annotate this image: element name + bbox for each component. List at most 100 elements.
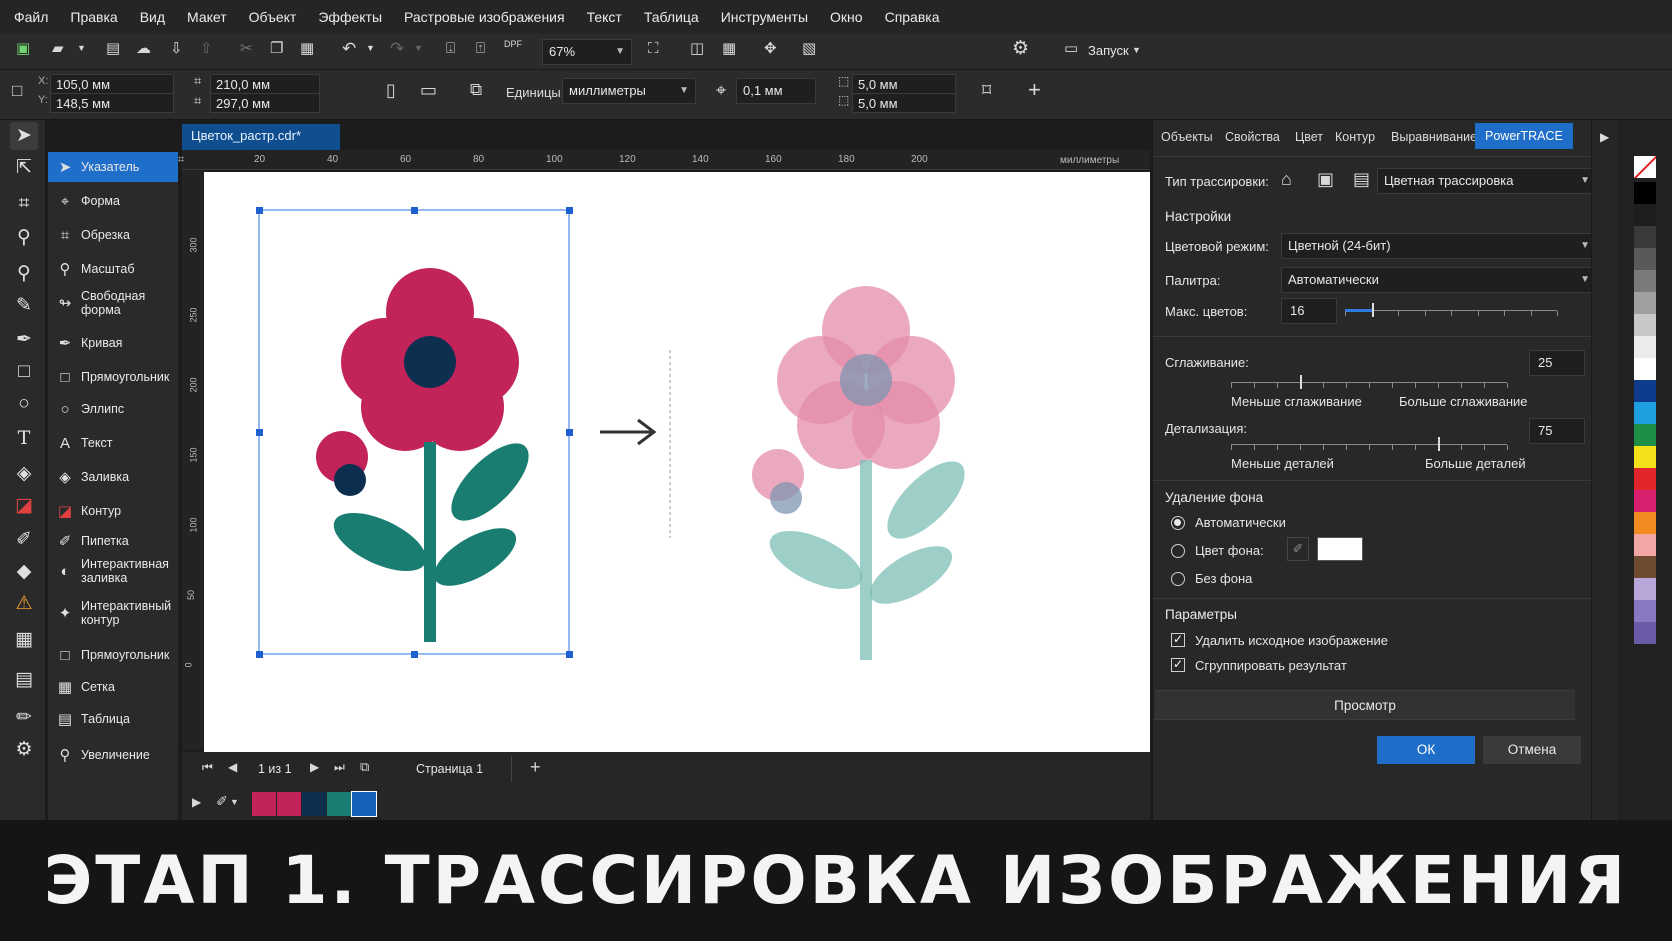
cancel-button[interactable]: Отмена [1483, 736, 1581, 764]
doc-palette-swatch[interactable] [351, 791, 377, 817]
slider-knob[interactable] [1438, 437, 1440, 451]
bg-color-swatch[interactable] [1317, 537, 1363, 561]
page-layout-icon[interactable]: ⧉ [470, 81, 482, 98]
palette-swatch[interactable] [1634, 336, 1656, 358]
panel-tab[interactable]: Свойства [1225, 130, 1280, 144]
menu-item[interactable]: Вид [140, 9, 165, 25]
flyout-item[interactable]: ➤ Указатель [48, 152, 178, 182]
palette-swatch[interactable] [1634, 182, 1656, 204]
pencil-tool-icon[interactable]: ✏ [10, 704, 38, 732]
horizontal-ruler[interactable]: ⌗ 20 40 60 80 100 120 140 160 180 200 миллиметры [178, 150, 1150, 170]
paste-icon[interactable]: ▦ [300, 41, 314, 56]
object-origin-icon[interactable]: □ [12, 82, 22, 99]
show-rulers-icon[interactable]: ◫ [690, 41, 704, 56]
palette-swatch[interactable] [1634, 446, 1656, 468]
chevron-down-icon[interactable]: ▼ [366, 44, 375, 53]
warning-tool-icon[interactable]: ⚠ [10, 590, 38, 618]
outline-trace-icon[interactable]: ▣ [1317, 170, 1334, 188]
full-screen-icon[interactable]: ⛶ [648, 41, 659, 56]
duplicate-x-field[interactable]: 5,0 мм [852, 74, 956, 94]
flyout-item[interactable]: ◪ Контур [48, 496, 178, 526]
palette-swatch[interactable] [1634, 534, 1656, 556]
palette-swatch[interactable] [1634, 490, 1656, 512]
add-preset-icon[interactable]: + [1028, 79, 1041, 101]
bg-none-radio[interactable] [1171, 572, 1185, 586]
ruler-corner-icon[interactable]: ⌗ [178, 154, 184, 167]
page-tab[interactable]: Страница 1 [388, 756, 512, 782]
smoothing-slider[interactable] [1231, 374, 1508, 390]
preview-button[interactable]: Просмотр [1155, 690, 1575, 720]
flyout-item[interactable]: □ Прямоугольник [48, 362, 178, 392]
chevron-down-icon[interactable]: ▼ [414, 44, 423, 53]
bg-eyedropper-icon[interactable]: ✐ [1287, 537, 1309, 561]
eyedropper-tool-icon[interactable]: ✐ [10, 526, 38, 554]
palette-swatch[interactable] [1634, 204, 1656, 226]
panel-collapse-icon[interactable]: ▶ [1600, 130, 1609, 144]
flyout-item[interactable]: □ Прямоугольник [48, 640, 178, 670]
last-page-icon[interactable]: ⏭ [334, 761, 345, 773]
vertical-ruler[interactable]: 300 250 200 150 100 50 0 [182, 170, 204, 750]
shape-tool-icon[interactable]: ⇱ [10, 154, 38, 182]
palette-swatch[interactable] [1634, 622, 1656, 644]
flyout-item[interactable]: ⚲ Масштаб [48, 254, 178, 284]
slider-knob[interactable] [1300, 375, 1302, 389]
smoothing-spinner[interactable]: 25 [1529, 350, 1585, 376]
panel-tab[interactable]: Выравнивание [1391, 130, 1477, 144]
detail-spinner[interactable]: 75 [1529, 418, 1585, 444]
clipart-trace-icon[interactable]: ▤ [1353, 170, 1370, 188]
delete-source-checkbox[interactable]: ✓ [1171, 633, 1185, 647]
flyout-item[interactable]: ✒ Кривая [48, 328, 178, 358]
bg-auto-radio[interactable] [1171, 516, 1185, 530]
chevron-down-icon[interactable]: ▼ [77, 44, 86, 53]
flyout-item[interactable]: ▦ Сетка [48, 672, 178, 702]
palette-swatch[interactable] [1634, 578, 1656, 600]
height-field[interactable]: 297,0 мм [210, 93, 320, 113]
menu-item[interactable]: Текст [587, 9, 622, 25]
document-tab[interactable]: Цветок_растр.cdr* [182, 124, 340, 150]
bg-color-radio[interactable] [1171, 544, 1185, 558]
prev-page-icon[interactable]: ◀ [228, 761, 237, 773]
menu-item[interactable]: Файл [14, 9, 48, 25]
max-colors-spinner[interactable]: 16 [1281, 298, 1337, 324]
x-position-field[interactable]: 105,0 мм [50, 74, 174, 94]
flyout-item[interactable]: ⚲ Увеличение [48, 740, 178, 770]
launch-icon[interactable]: ▭ [1064, 41, 1078, 56]
flyout-item[interactable]: ✐ Пипетка [48, 526, 178, 556]
redo-icon[interactable]: ↷ [390, 40, 404, 57]
panel-tab[interactable]: Контур [1335, 130, 1375, 144]
doc-palette-swatch[interactable] [327, 792, 351, 816]
settings-gear-icon[interactable]: ⚙ [1012, 39, 1029, 58]
table-tool-icon[interactable]: ▤ [10, 666, 38, 694]
text-tool-icon[interactable]: T [10, 424, 38, 452]
doc-palette-swatch[interactable] [277, 792, 301, 816]
show-grid-icon[interactable]: ▦ [722, 41, 736, 56]
palette-swatch[interactable] [1634, 380, 1656, 402]
palette-swatch[interactable] [1634, 314, 1656, 336]
nudge-distance-field[interactable]: 0,1 мм [736, 78, 816, 104]
page-options-icon[interactable]: ⧉ [360, 760, 369, 773]
page-frame-icon[interactable]: ⌑ [982, 81, 991, 99]
drawing-canvas[interactable] [204, 172, 1150, 752]
ellipse-tool-icon[interactable]: ○ [10, 390, 38, 418]
portrait-icon[interactable]: ▯ [386, 81, 396, 99]
palette-swatch[interactable] [1634, 226, 1656, 248]
panel-tab[interactable]: Цвет [1295, 130, 1323, 144]
duplicate-y-field[interactable]: 5,0 мм [852, 93, 956, 113]
menu-item[interactable]: Растровые изображения [404, 9, 565, 25]
pen-tool-icon[interactable]: ✒ [10, 326, 38, 354]
palette-dropdown[interactable]: Автоматически ▼ [1281, 267, 1597, 293]
max-colors-slider[interactable] [1345, 302, 1558, 318]
copy-icon[interactable]: ❐ [270, 41, 283, 56]
pdf-export-icon[interactable]: DPF [504, 40, 522, 49]
new-document-icon[interactable]: ▣ [16, 41, 30, 56]
menu-item[interactable]: Окно [830, 9, 863, 25]
menu-item[interactable]: Макет [187, 9, 227, 25]
save-icon[interactable]: ▤ [106, 41, 120, 56]
snap-to-icon[interactable]: ✥ [764, 41, 777, 56]
flyout-item[interactable]: ✦ Интерактивный контур [48, 598, 178, 628]
flyout-item[interactable]: A Текст [48, 428, 178, 458]
export-icon[interactable]: ⇧ [200, 41, 213, 56]
menu-item[interactable]: Объект [249, 9, 297, 25]
panel-tab[interactable]: Объекты [1161, 130, 1213, 144]
import-icon[interactable]: ⇩ [170, 41, 183, 56]
